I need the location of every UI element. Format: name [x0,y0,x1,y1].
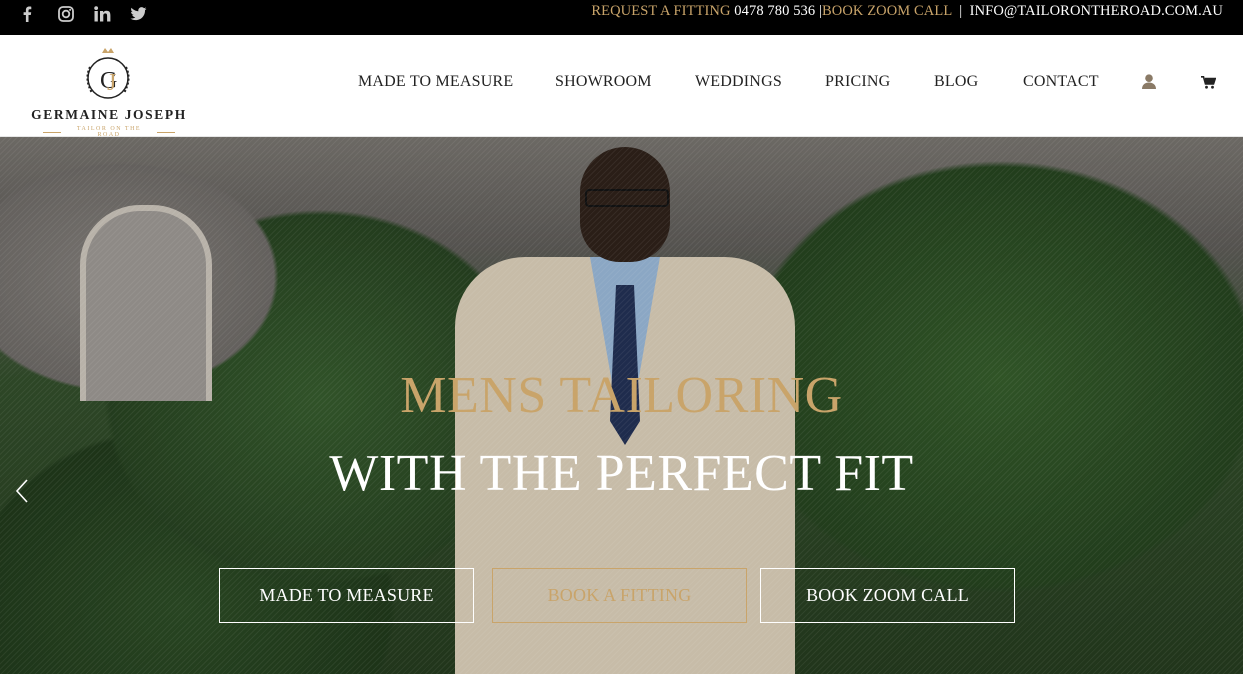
book-zoom-link[interactable]: BOOK ZOOM CALL [822,3,952,19]
book-a-fitting-button[interactable]: BOOK A FITTING [492,568,747,623]
logo-name: GERMAINE JOSEPH [31,107,187,122]
twitter-icon[interactable] [130,0,166,27]
separator: | [959,3,963,19]
nav-item-blog[interactable]: BLOG [934,73,978,91]
nav-item-weddings[interactable]: WEDDINGS [695,73,782,91]
linkedin-icon[interactable] [94,0,130,27]
nav-item-showroom[interactable]: SHOWROOM [555,73,652,91]
hero-slider: MENS TAILORING WITH THE PERFECT FIT MADE… [0,137,1243,674]
made-to-measure-button[interactable]: MADE TO MEASURE [219,568,474,623]
contact-line: REQUEST A FITTING 0478 780 536 | BOOK ZOO… [591,3,1223,20]
cart-icon[interactable] [1201,76,1217,94]
main-nav: MADE TO MEASURE SHOWROOM WEDDINGS PRICIN… [0,73,1243,95]
phone-number[interactable]: 0478 780 536 [734,3,815,19]
book-zoom-call-button[interactable]: BOOK ZOOM CALL [760,568,1015,623]
nav-item-pricing[interactable]: PRICING [825,73,890,91]
nav-item-contact[interactable]: CONTACT [1023,73,1099,91]
hero-title-line2: WITH THE PERFECT FIT [329,445,914,502]
email-link[interactable]: INFO@TAILORONTHEROAD.COM.AU [970,3,1223,19]
social-links [22,0,166,27]
nav-item-made-to-measure[interactable]: MADE TO MEASURE [358,73,513,91]
user-icon[interactable] [1142,74,1156,94]
top-bar: REQUEST A FITTING 0478 780 536 | BOOK ZOO… [0,0,1243,35]
site-header: G J GERMAINE JOSEPH TAILOR ON THE ROAD M… [0,35,1243,138]
hero-title-line1: MENS TAILORING [400,367,843,424]
instagram-icon[interactable] [58,0,94,27]
request-fitting-link[interactable]: REQUEST A FITTING [591,3,730,19]
facebook-icon[interactable] [22,0,58,27]
